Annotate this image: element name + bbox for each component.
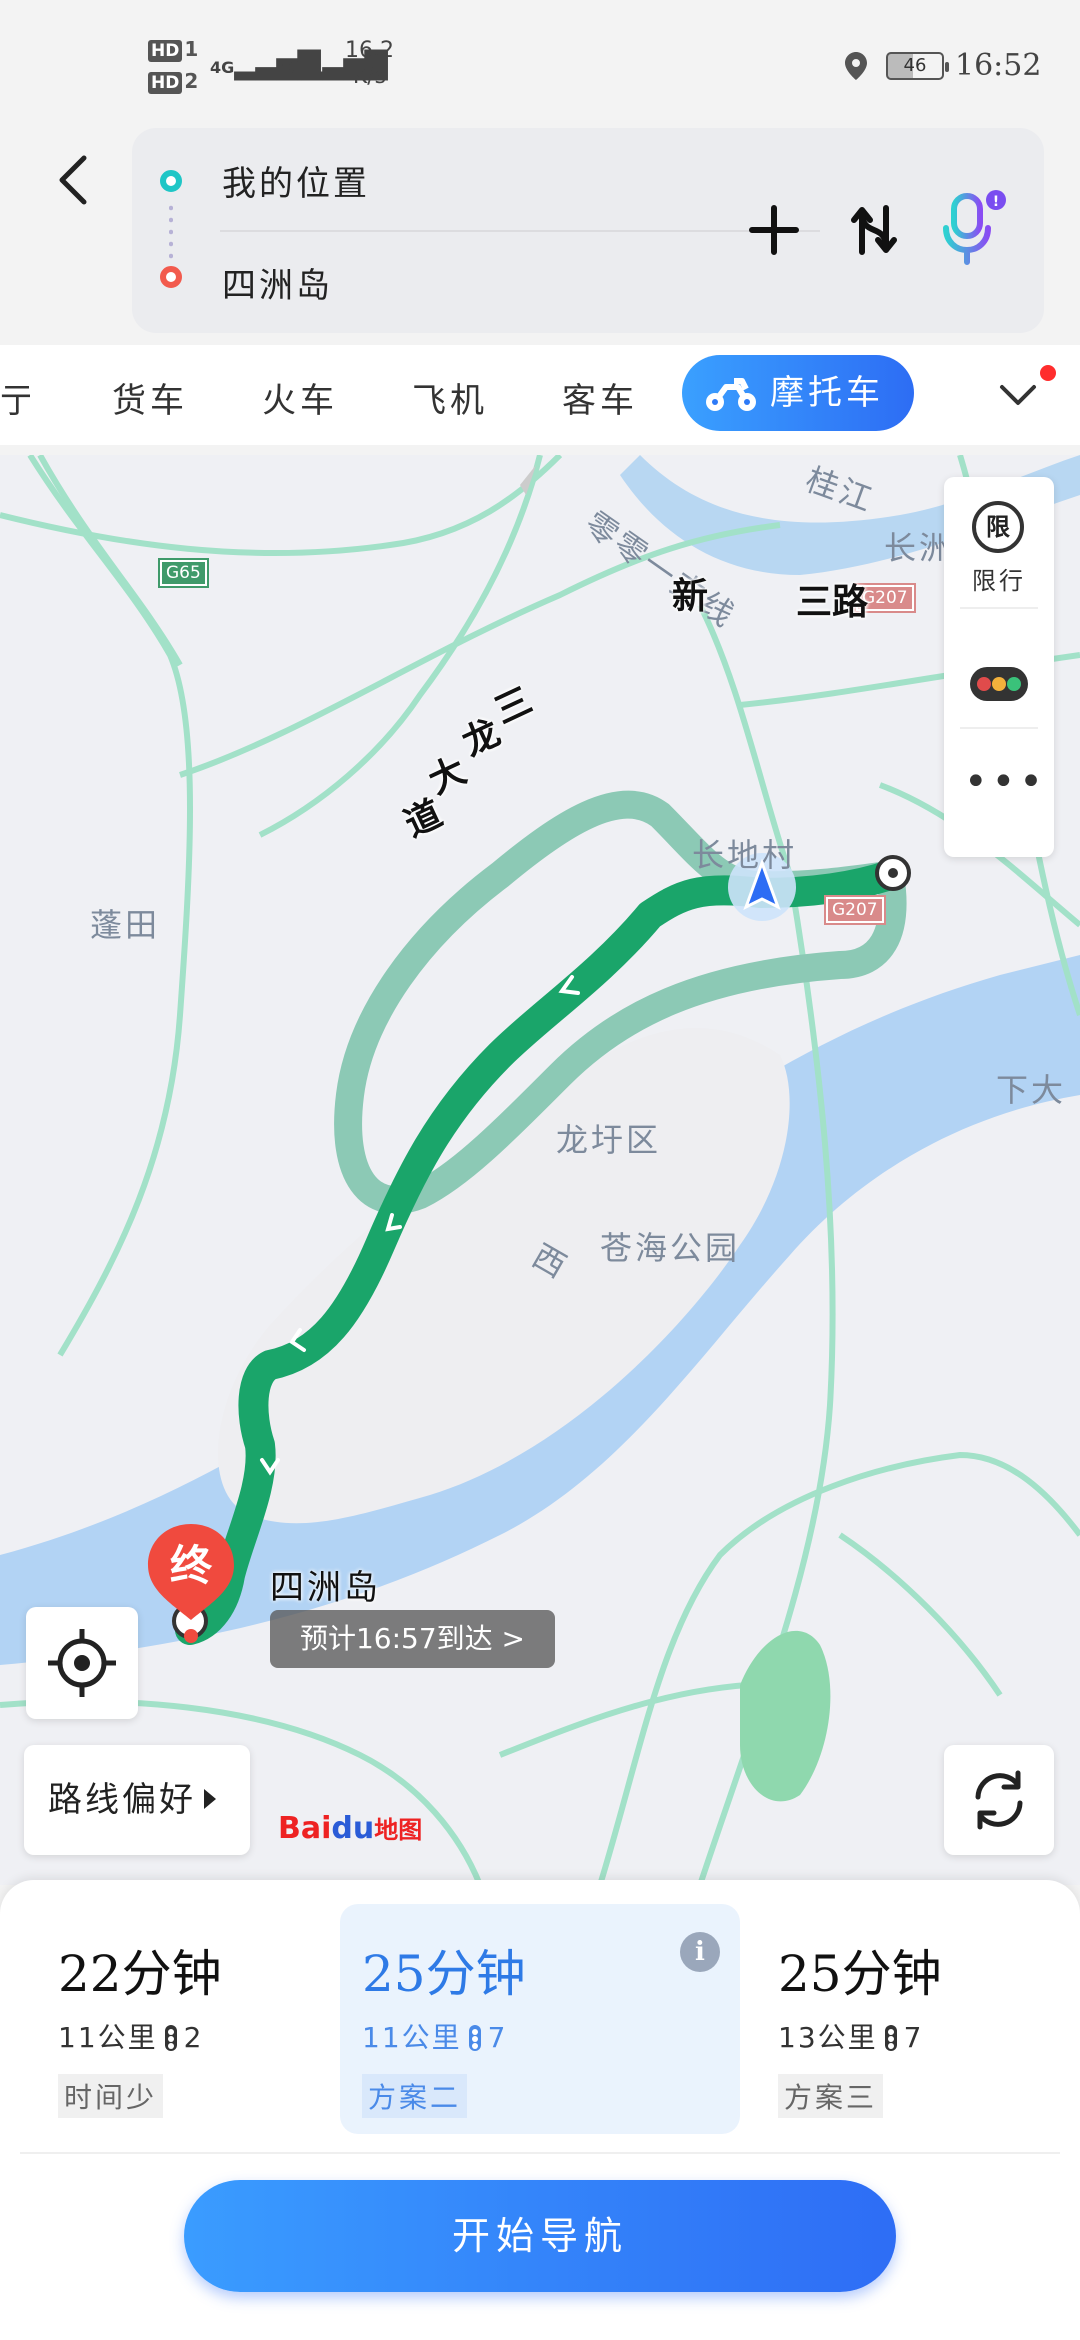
label-changdi: 长地村 [692, 836, 798, 874]
island [217, 1027, 790, 1524]
traffic-light-count-icon [164, 2025, 177, 2051]
refresh-icon [975, 1770, 1023, 1830]
plan-tag: 时间少 [58, 2074, 164, 2118]
hd2-indicator: HD 2 [148, 70, 198, 94]
info-icon[interactable]: i [680, 1932, 720, 1972]
label-penggtian: 蓬田 [90, 906, 161, 944]
tool-divider [960, 607, 1038, 609]
map-side-toolbar: 限 限行 ••• [944, 477, 1054, 857]
plan-tag: 方案二 [362, 2074, 468, 2118]
traffic-light-count-icon [884, 2025, 897, 2051]
park-area [740, 1630, 831, 1802]
route-plan-3[interactable]: 25分钟 13公里 7 方案三 [756, 1904, 1056, 2134]
voice-assistant-icon[interactable]: ! [932, 188, 1012, 268]
plan-details: 13公里 7 [778, 2021, 924, 2054]
tab-coach[interactable]: 客车 [562, 373, 638, 422]
status-bar: HD 1 HD 2 4G▂▃▅▇ 4G▂▃▅▇ 16.2 K/s 46 16:52 [0, 0, 1080, 125]
traffic-light-count-icon [468, 2025, 481, 2051]
back-arrow-icon[interactable] [50, 150, 100, 210]
eta-pill[interactable]: 预计16:57到达 > [270, 1610, 555, 1668]
restriction-icon[interactable]: 限 [972, 501, 1024, 553]
location-icon [845, 52, 867, 80]
tab-partial[interactable]: 亍 [0, 373, 30, 422]
tool-divider [960, 727, 1038, 729]
route-dots [169, 202, 173, 260]
destination-pin: 终 [142, 1520, 240, 1652]
plan-time: 25分钟 [362, 1945, 526, 2003]
start-navigation-button[interactable]: 开始导航 [184, 2180, 896, 2292]
tab-plane[interactable]: 飞机 [412, 373, 488, 422]
route-preference-button[interactable]: 路线偏好 [24, 1745, 250, 1855]
tab-train[interactable]: 火车 [262, 373, 338, 422]
plan-details: 11公里 7 [362, 2021, 508, 2054]
road-label-xin: 新 [672, 576, 709, 617]
hd1-indicator: HD 1 [148, 38, 198, 62]
network-speed: 16.2 K/s [345, 38, 394, 89]
field-divider [220, 230, 820, 232]
map-view[interactable]: 桂江 零零一支线 长洲 蓬田 长地村 龙圩区 苍海公园 下大 西 G207 G2… [0, 455, 1080, 1885]
plan-tag: 方案三 [778, 2074, 884, 2118]
map-canvas [0, 455, 1080, 1885]
more-icon[interactable]: ••• [964, 762, 1043, 802]
end-point-icon [160, 266, 182, 288]
plan-time: 22分钟 [58, 1945, 222, 2003]
shield-g65: G65 [158, 558, 209, 588]
plan-details: 11公里 2 [58, 2021, 204, 2054]
tab-truck[interactable]: 货车 [112, 373, 188, 422]
tab-motorcycle-label: 摩托车 [770, 373, 884, 413]
traffic-light-icon[interactable] [970, 667, 1028, 701]
transport-tabs: 亍 货车 火车 飞机 客车 摩托车 [0, 345, 1080, 445]
swap-icon[interactable] [842, 198, 906, 262]
destination-pin-label: 终 [169, 1541, 212, 1590]
destination-field[interactable]: 四洲岛 [222, 258, 333, 307]
shield-g207-mid: G207 [824, 895, 886, 925]
svg-text:!: ! [993, 194, 999, 210]
notification-dot [1040, 365, 1056, 381]
label-xiada: 下大 [996, 1071, 1067, 1109]
route-plan-2[interactable]: 25分钟 11公里 7 方案二 i [340, 1904, 740, 2134]
route-plans-panel: 22分钟 11公里 2 时间少 25分钟 11公里 7 方案二 i 25分钟 13公… [0, 1880, 1080, 2340]
label-longxu: 龙圩区 [556, 1121, 662, 1159]
label-cangehai: 苍海公园 [600, 1229, 741, 1267]
panel-divider [20, 2152, 1060, 2154]
tab-motorcycle[interactable]: 摩托车 [682, 355, 914, 431]
battery-icon: 46 [886, 52, 949, 80]
add-waypoint-icon[interactable] [742, 198, 806, 262]
start-point-icon [160, 170, 182, 192]
motorcycle-icon [706, 378, 756, 411]
origin-field[interactable]: 我的位置 [222, 156, 370, 205]
road-label-sanlu: 三路 [796, 582, 869, 623]
refresh-button[interactable] [944, 1745, 1054, 1855]
plan-time: 25分钟 [778, 1945, 942, 2003]
clock: 16:52 [955, 48, 1042, 83]
locate-button[interactable] [26, 1607, 138, 1719]
route-input-box: 我的位置 四洲岛 ! [132, 128, 1044, 333]
restriction-label[interactable]: 限行 [944, 561, 1054, 596]
baidu-map-logo: Baidu地图 [278, 1811, 423, 1846]
destination-name: 四洲岛 [270, 1568, 381, 1608]
chevron-down-icon[interactable] [996, 375, 1040, 415]
crosshair-icon [48, 1629, 116, 1697]
